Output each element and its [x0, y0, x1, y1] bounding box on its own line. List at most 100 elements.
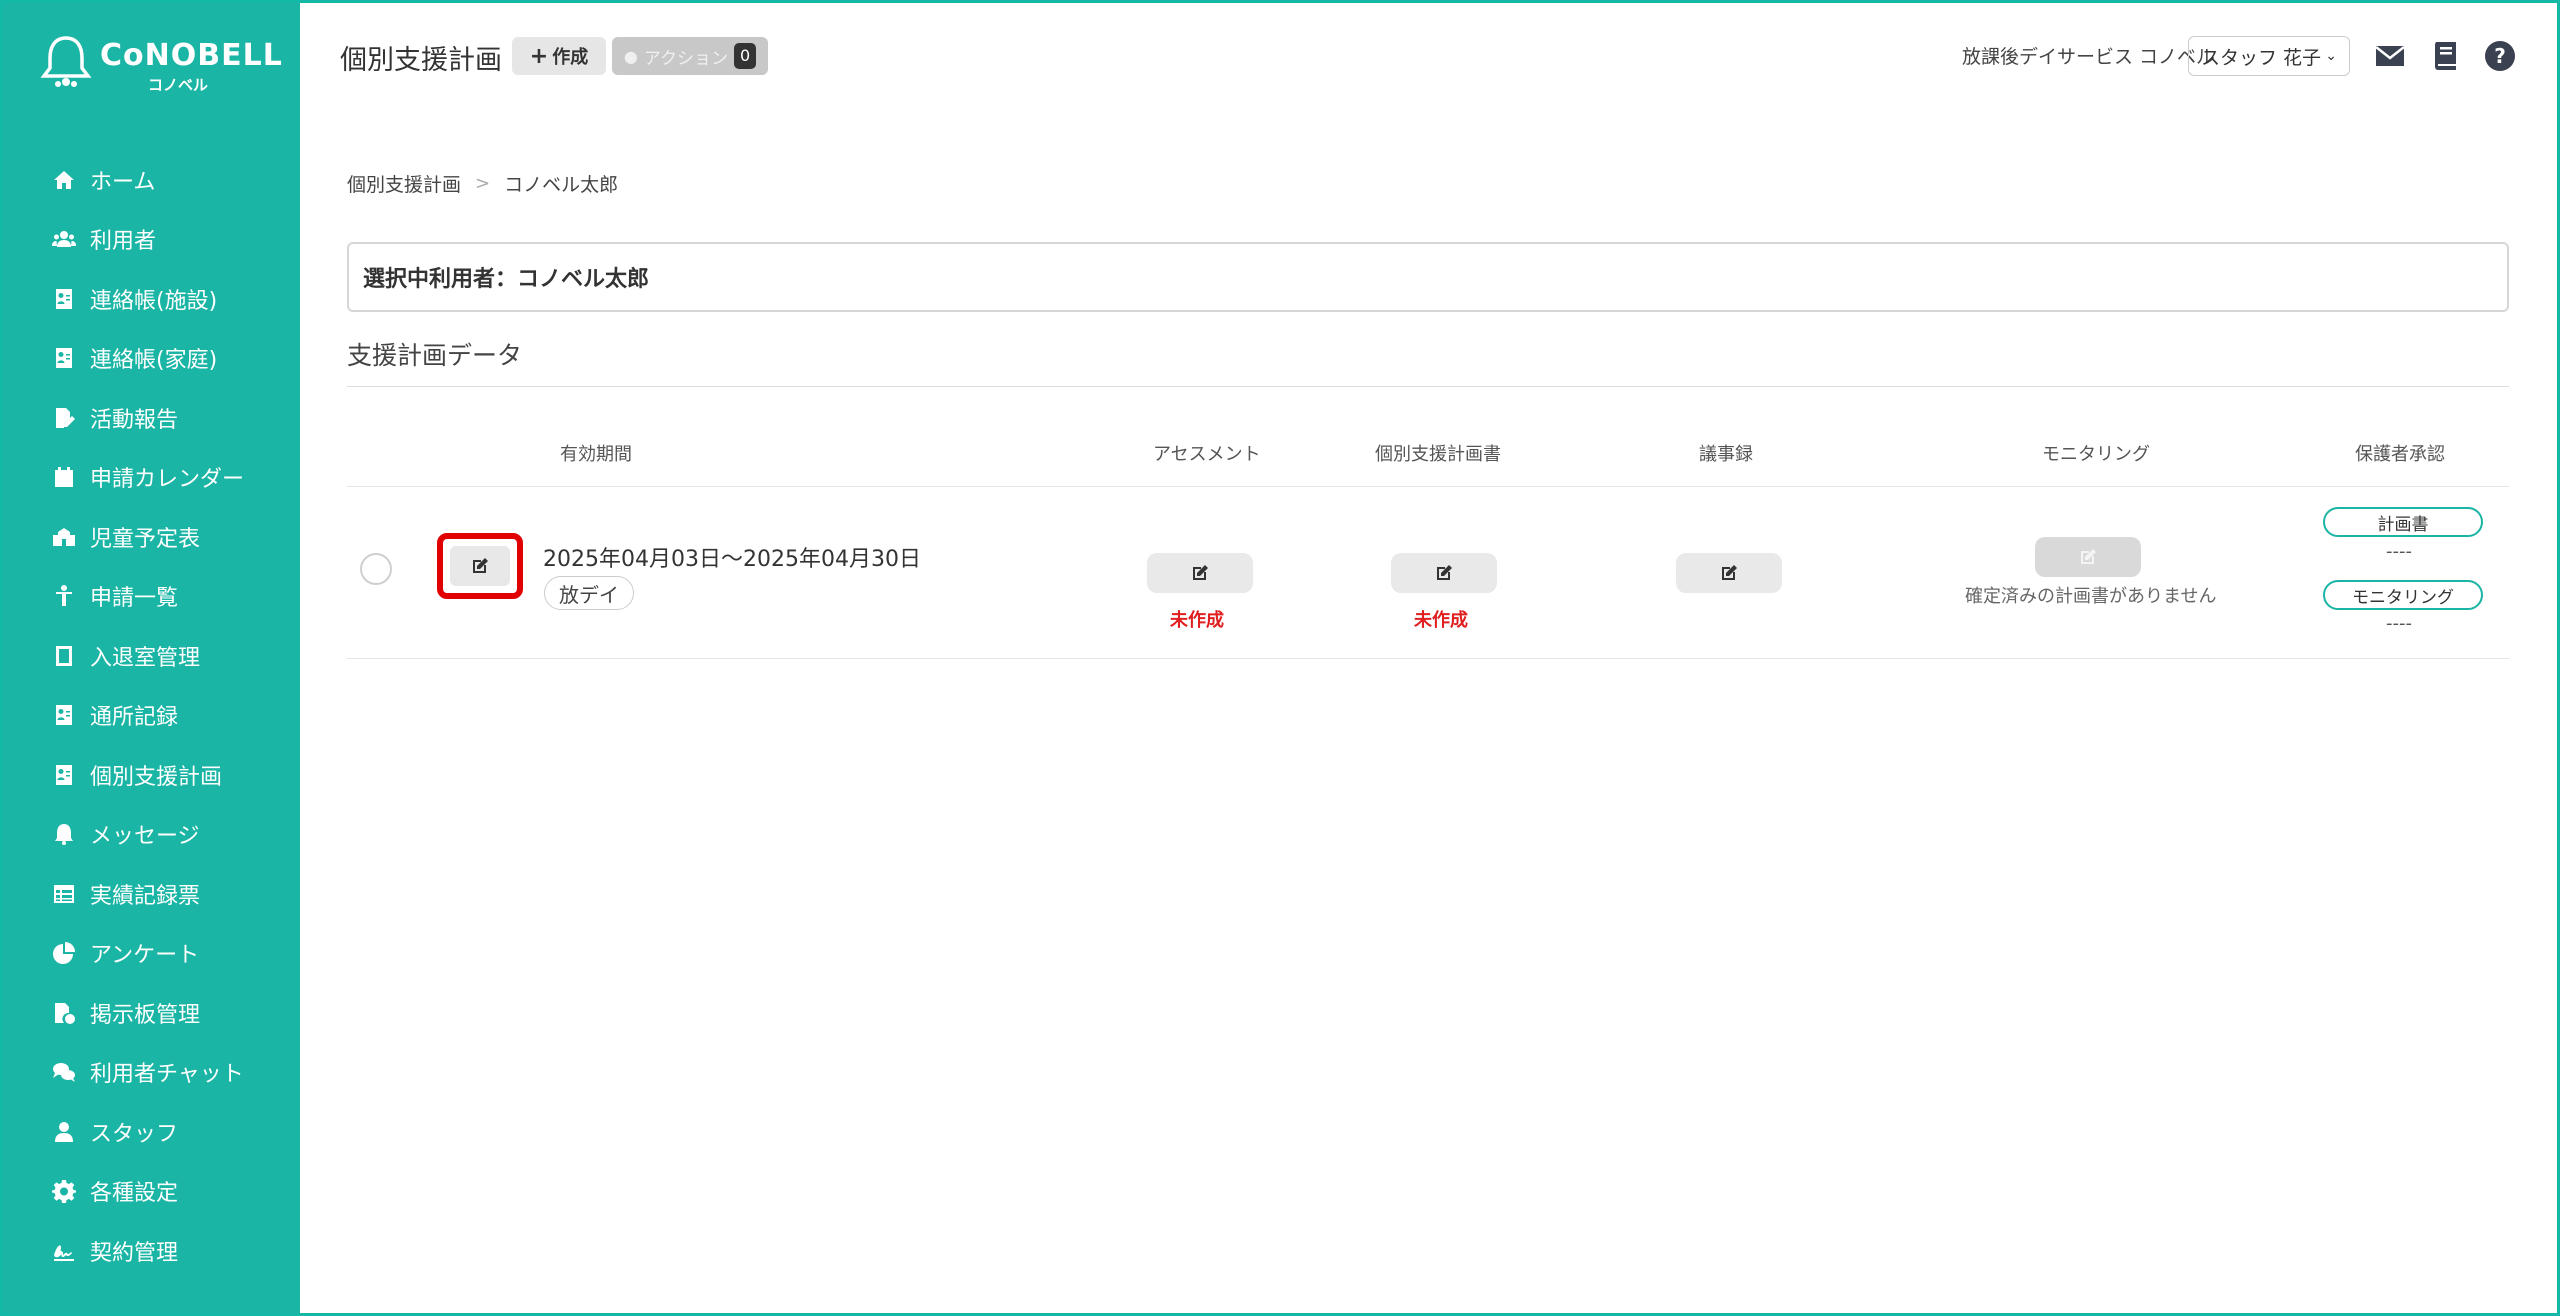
- edit-plan-button-highlighted[interactable]: [437, 533, 523, 599]
- contact-book-icon: [52, 286, 82, 312]
- child-icon: [52, 583, 82, 609]
- contact-book-icon: [52, 345, 82, 371]
- chevron-down-icon: ⌄: [2325, 48, 2337, 64]
- sidebar-item-label: 申請一覧: [90, 586, 179, 612]
- column-header-minutes: 議事録: [1699, 444, 1753, 465]
- sidebar-item-request-calendar[interactable]: 申請カレンダー: [52, 448, 244, 508]
- breadcrumb-current: コノベル太郎: [504, 174, 619, 196]
- breadcrumb: 個別支援計画 > コノベル太郎: [347, 170, 618, 197]
- plus-icon: +: [529, 43, 549, 69]
- sidebar-item-label: 児童予定表: [90, 526, 201, 552]
- flame-icon: ●: [623, 46, 638, 66]
- sidebar-item-label: 実績記録票: [90, 883, 201, 909]
- staff-select-value: スタッフ 花子: [2201, 46, 2322, 69]
- guardian-monitoring-badge: モニタリング: [2323, 580, 2483, 610]
- divider: [347, 658, 2509, 659]
- column-header-assessment: アセスメント: [1153, 444, 1261, 465]
- staff-icon: [52, 1119, 82, 1145]
- sidebar-item-label: 個別支援計画: [90, 764, 223, 790]
- sidebar-item-visit-record[interactable]: 通所記録: [52, 686, 244, 746]
- sidebar-item-message[interactable]: メッセージ: [52, 805, 244, 865]
- edit-icon: [1437, 565, 1452, 580]
- logo-subtext: コノベル: [148, 76, 209, 94]
- edit-icon: [473, 558, 488, 573]
- sidebar-item-label: 利用者: [90, 229, 157, 255]
- file-check-icon: [52, 1000, 82, 1026]
- sidebar-item-bulletin[interactable]: 掲示板管理: [52, 983, 244, 1043]
- sidebar-item-label: アンケート: [90, 943, 200, 969]
- bell-logo-icon: [40, 36, 92, 87]
- book-icon[interactable]: [2430, 40, 2462, 72]
- sidebar-item-contact-facility[interactable]: 連絡帳(施設): [52, 269, 244, 329]
- selected-user-label: 選択中利用者：コノベル太郎: [363, 267, 650, 292]
- sidebar-item-label: 利用者チャット: [90, 1062, 244, 1088]
- sidebar-item-request-list[interactable]: 申請一覧: [52, 567, 244, 627]
- sidebar-nav: ホーム 利用者 連絡帳(施設) 連絡帳(家庭) 活動報告 申請カレンダー 児童予…: [52, 150, 244, 1281]
- sidebar-item-label: 申請カレンダー: [90, 467, 245, 493]
- sidebar-item-support-plan[interactable]: 個別支援計画: [52, 745, 244, 805]
- action-button-label: アクション: [643, 48, 728, 69]
- sidebar-item-label: 契約管理: [90, 1240, 179, 1266]
- table-icon: [52, 881, 82, 907]
- sidebar-item-performance-record[interactable]: 実績記録票: [52, 864, 244, 924]
- sidebar-item-label: 通所記録: [90, 705, 179, 731]
- sidebar-item-contact-home[interactable]: 連絡帳(家庭): [52, 329, 244, 389]
- contact-book-icon: [52, 702, 82, 728]
- action-button[interactable]: ● アクション 0: [612, 37, 768, 75]
- edit-icon: [2081, 549, 2096, 564]
- sidebar-item-label: スタッフ: [90, 1121, 179, 1147]
- sidebar-item-survey[interactable]: アンケート: [52, 924, 244, 984]
- sidebar-item-user-chat[interactable]: 利用者チャット: [52, 1043, 244, 1103]
- assessment-edit-button[interactable]: [1147, 553, 1253, 593]
- sidebar-item-attendance[interactable]: 入退室管理: [52, 626, 244, 686]
- sidebar-item-child-schedule[interactable]: 児童予定表: [52, 507, 244, 567]
- breadcrumb-root[interactable]: 個別支援計画: [347, 170, 461, 197]
- edit-icon: [1722, 565, 1737, 580]
- column-header-monitoring: モニタリング: [2042, 444, 2150, 465]
- guardian-monitoring-value: ----: [2386, 613, 2412, 634]
- sidebar-item-users[interactable]: 利用者: [52, 210, 244, 270]
- row-checkbox[interactable]: [360, 553, 392, 585]
- help-icon[interactable]: ?: [2484, 40, 2516, 72]
- sidebar-item-contract[interactable]: 契約管理: [52, 1221, 244, 1281]
- sidebar-item-label: 連絡帳(家庭): [90, 348, 218, 374]
- sidebar-item-activity-report[interactable]: 活動報告: [52, 388, 244, 448]
- plan-status: 未作成: [1414, 610, 1468, 631]
- period-text: 2025年04月03日〜2025年04月30日: [543, 547, 921, 572]
- sidebar: CoNOBELL コノベル ホーム 利用者 連絡帳(施設) 連絡帳(家庭) 活動…: [0, 0, 300, 1316]
- divider: [347, 386, 2509, 387]
- tablet-icon: [52, 643, 82, 669]
- logo-text: CoNOBELL: [100, 38, 283, 73]
- service-tag: 放デイ: [544, 576, 634, 610]
- sidebar-item-label: 入退室管理: [90, 645, 201, 671]
- file-edit-icon: [52, 405, 82, 431]
- sidebar-item-staff[interactable]: スタッフ: [52, 1102, 244, 1162]
- sidebar-item-settings[interactable]: 各種設定: [52, 1162, 244, 1222]
- minutes-edit-button[interactable]: [1676, 553, 1782, 593]
- create-button[interactable]: + 作成: [512, 37, 606, 75]
- facility-name: 放課後デイサービス コノベル: [1962, 46, 2216, 68]
- signature-icon: [52, 1238, 82, 1264]
- logo[interactable]: CoNOBELL コノベル: [40, 34, 282, 96]
- sidebar-item-label: 活動報告: [90, 407, 179, 433]
- monitoring-note: 確定済みの計画書がありません: [1965, 586, 2217, 607]
- school-icon: [52, 524, 82, 550]
- staff-select[interactable]: スタッフ 花子 ⌄: [2188, 36, 2350, 76]
- sidebar-item-label: ホーム: [90, 169, 156, 195]
- column-header-plan: 個別支援計画書: [1375, 444, 1501, 465]
- page-title: 個別支援計画: [340, 45, 502, 76]
- mail-icon[interactable]: [2374, 40, 2406, 72]
- guardian-plan-badge: 計画書: [2323, 507, 2483, 537]
- edit-icon: [1193, 565, 1208, 580]
- bell-icon: [52, 821, 82, 847]
- guardian-plan-value: ----: [2386, 541, 2412, 562]
- divider: [347, 486, 2509, 487]
- sidebar-item-home[interactable]: ホーム: [52, 150, 244, 210]
- chat-icon: [52, 1059, 82, 1085]
- monitoring-edit-button-disabled[interactable]: [2035, 537, 2141, 577]
- sidebar-item-label: 掲示板管理: [90, 1002, 201, 1028]
- svg-text:?: ?: [2494, 44, 2506, 68]
- breadcrumb-separator-icon: >: [475, 173, 491, 194]
- edit-button[interactable]: [450, 546, 510, 586]
- plan-edit-button[interactable]: [1391, 553, 1497, 593]
